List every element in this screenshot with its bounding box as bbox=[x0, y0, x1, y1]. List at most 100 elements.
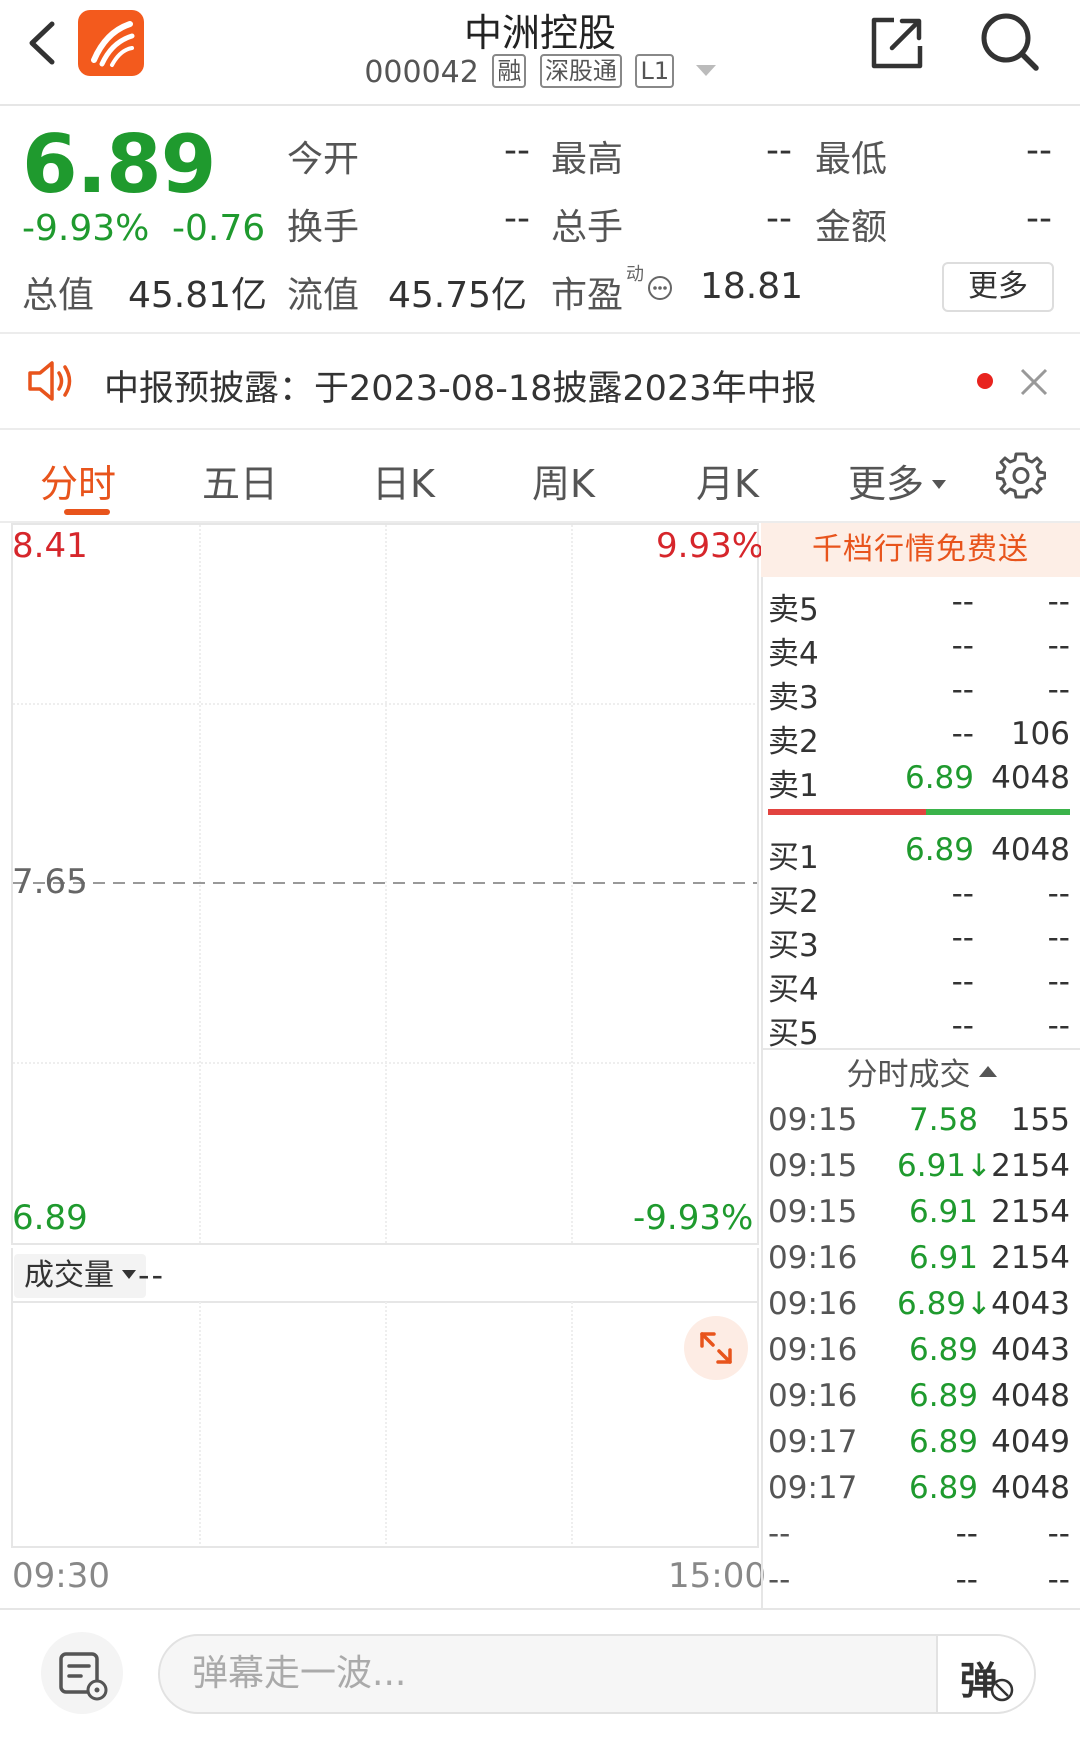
tick-volume: 4043 bbox=[991, 1332, 1070, 1368]
tag-connect: 深股通 bbox=[539, 54, 622, 88]
search-icon[interactable] bbox=[978, 10, 1042, 74]
share-icon[interactable] bbox=[868, 14, 926, 72]
ask-label: 卖2 bbox=[768, 724, 819, 760]
bid-price: 6.89 bbox=[904, 832, 974, 868]
tick-row: -- -- -- bbox=[768, 1562, 1070, 1604]
intraday-chart[interactable] bbox=[11, 523, 759, 1245]
x-axis-end-label: 15:00 bbox=[668, 1556, 766, 1596]
bid-volume: -- bbox=[1047, 964, 1070, 1000]
tick-time: 09:16 bbox=[768, 1240, 858, 1276]
open-label: 今开 bbox=[287, 139, 360, 180]
tick-time: 09:15 bbox=[768, 1102, 858, 1138]
tab-more[interactable]: 更多 bbox=[848, 453, 947, 508]
note-icon bbox=[59, 1652, 108, 1701]
tag-level: L1 bbox=[635, 54, 675, 88]
bid-price: -- bbox=[951, 964, 974, 1000]
bid-label: 买2 bbox=[768, 884, 819, 920]
change-amount: -0.76 bbox=[172, 208, 266, 249]
pe-label: 市盈 bbox=[551, 275, 624, 316]
ask-row: 卖2 -- 106 bbox=[768, 716, 1070, 760]
amount-value: -- bbox=[1026, 198, 1052, 239]
tick-volume: 2154 bbox=[991, 1194, 1070, 1230]
bid-ratio-bar bbox=[926, 809, 1070, 815]
danmu-input[interactable]: 弹幕走一波... bbox=[158, 1634, 1036, 1714]
chevron-down-icon bbox=[122, 1270, 136, 1279]
last-price: 6.89 bbox=[22, 118, 216, 211]
tick-row: 09:17 6.89 4049 bbox=[768, 1424, 1070, 1466]
total-volume-label: 总手 bbox=[551, 207, 624, 248]
x-axis-start-label: 09:30 bbox=[12, 1556, 110, 1596]
tick-price: 6.91 bbox=[908, 1240, 978, 1276]
tab-monthly-k[interactable]: 月K bbox=[696, 453, 759, 508]
ask-row: 卖5 -- -- bbox=[768, 584, 1070, 628]
float-cap-value: 45.75亿 bbox=[388, 275, 528, 316]
high-value: -- bbox=[766, 130, 792, 171]
ask-price: -- bbox=[951, 716, 974, 752]
float-cap-label: 流值 bbox=[287, 275, 360, 316]
bid-row: 买4 -- -- bbox=[768, 964, 1070, 1008]
close-icon[interactable] bbox=[1014, 362, 1054, 402]
change-percent: -9.93% bbox=[22, 208, 150, 249]
tick-row: 09:17 6.89 4048 bbox=[768, 1470, 1070, 1512]
bid-label: 买5 bbox=[768, 1016, 819, 1052]
tick-volume: -- bbox=[1047, 1516, 1070, 1552]
ask-price: -- bbox=[951, 584, 974, 620]
chevron-up-icon bbox=[978, 1066, 997, 1077]
ask-price: 6.89 bbox=[904, 760, 974, 796]
tick-trades-header[interactable]: 分时成交 bbox=[763, 1048, 1080, 1098]
level2-promo-banner[interactable]: 千档行情免费送 bbox=[761, 523, 1080, 577]
gear-icon[interactable] bbox=[996, 450, 1046, 500]
tab-five-day[interactable]: 五日 bbox=[202, 453, 278, 508]
ask-row: 卖3 -- -- bbox=[768, 672, 1070, 716]
note-button[interactable] bbox=[41, 1632, 123, 1714]
tick-price: 6.89 bbox=[908, 1332, 978, 1368]
tick-price: 6.91↓ bbox=[897, 1148, 992, 1184]
tick-row: 09:16 6.89 4048 bbox=[768, 1378, 1070, 1420]
ask-volume: 4048 bbox=[991, 760, 1070, 796]
ask-label: 卖5 bbox=[768, 592, 819, 628]
chevron-down-icon bbox=[695, 65, 716, 76]
bid-price: -- bbox=[951, 920, 974, 956]
divider bbox=[0, 332, 1080, 334]
tab-weekly-k[interactable]: 周K bbox=[532, 453, 595, 508]
ask-price: -- bbox=[951, 672, 974, 708]
indicator-select[interactable]: 成交量 bbox=[14, 1254, 146, 1298]
tick-price: 6.91 bbox=[908, 1194, 978, 1230]
notice-text[interactable]: 中报预披露：于2023-08-18披露2023年中报 bbox=[104, 360, 816, 411]
tick-time: 09:16 bbox=[768, 1332, 858, 1368]
tick-price: 6.89 bbox=[908, 1424, 978, 1460]
turnover-value: -- bbox=[504, 198, 530, 239]
tick-volume: 4049 bbox=[991, 1424, 1070, 1460]
quote-more-button[interactable]: 更多 bbox=[942, 262, 1054, 312]
tab-daily-k[interactable]: 日K bbox=[372, 453, 435, 508]
tick-price: 7.58 bbox=[908, 1102, 978, 1138]
ask-ratio-bar bbox=[768, 809, 926, 815]
tick-trades-title: 分时成交 bbox=[846, 1057, 971, 1093]
expand-chart-button[interactable] bbox=[684, 1316, 748, 1380]
ask-label: 卖4 bbox=[768, 636, 819, 672]
tab-intraday[interactable]: 分时 bbox=[40, 453, 116, 508]
bid-price: -- bbox=[951, 876, 974, 912]
pe-dynamic-mark: 动 bbox=[626, 264, 644, 285]
bid-label: 买1 bbox=[768, 840, 819, 876]
market-cap-value: 45.81亿 bbox=[128, 275, 268, 316]
ask-row: 卖1 6.89 4048 bbox=[768, 760, 1070, 804]
low-value: -- bbox=[1026, 130, 1052, 171]
tick-volume: 2154 bbox=[991, 1240, 1070, 1276]
y-axis-bottom-label: 6.89 bbox=[12, 1198, 88, 1238]
danmu-settings-icon bbox=[990, 1678, 1014, 1702]
danmu-toggle-button[interactable]: 弹 bbox=[936, 1636, 1034, 1712]
more-info-icon[interactable] bbox=[646, 274, 674, 302]
tick-time: -- bbox=[768, 1562, 791, 1598]
tick-row: 09:15 7.58 155 bbox=[768, 1102, 1070, 1144]
expand-icon bbox=[700, 1332, 732, 1364]
low-label: 最低 bbox=[815, 139, 888, 180]
bid-label: 买4 bbox=[768, 972, 819, 1008]
tick-time: 09:15 bbox=[768, 1148, 858, 1184]
tab-more-label: 更多 bbox=[848, 462, 925, 506]
stock-code: 000042 bbox=[364, 55, 479, 90]
tick-price: -- bbox=[955, 1562, 978, 1598]
bid-price: -- bbox=[951, 1008, 974, 1044]
ask-volume: 106 bbox=[1010, 716, 1070, 752]
tick-row: 09:15 6.91↓ 2154 bbox=[768, 1148, 1070, 1190]
